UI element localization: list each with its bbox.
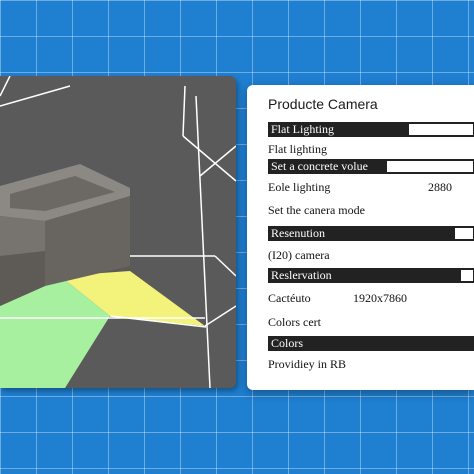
flat-lighting-text: Flat lighting (268, 142, 328, 156)
flat-lighting-slider-track[interactable] (408, 123, 474, 136)
flat-lighting-slider-label: Flat Lighting (271, 122, 334, 136)
reslervation-slider-label: Reslervation (271, 268, 332, 282)
provider-text: Providiey in RB (268, 357, 347, 371)
eole-lighting-value[interactable]: 2880 (428, 180, 452, 195)
camera-settings-panel: Producte Camera Flat Lighting Flat light… (247, 85, 474, 390)
camera-text: (I20) camera (268, 248, 330, 262)
colors-slider[interactable]: Colors (268, 336, 474, 351)
resenution-slider-track[interactable] (454, 227, 474, 240)
panel-title: Producte Camera (268, 96, 378, 112)
colors-slider-label: Colors (271, 336, 304, 350)
resenution-slider[interactable]: Resenution (268, 226, 474, 241)
reslervation-slider[interactable]: Reslervation (268, 268, 474, 283)
eole-lighting-label: Eole lighting (268, 180, 331, 194)
cactuto-label: Cactéuto (268, 291, 311, 305)
concrete-volume-slider-track[interactable] (386, 160, 474, 173)
cactuto-row: Cactéuto 1920x7860 (268, 291, 407, 306)
eole-lighting-row: Eole lighting 2880 (268, 180, 452, 195)
concrete-volume-slider-label: Set a concrete volue (271, 159, 368, 173)
concrete-volume-slider[interactable]: Set a concrete volue (268, 159, 474, 174)
colors-cert-text: Colors cert (268, 315, 321, 329)
3d-viewport[interactable] (0, 76, 236, 388)
resenution-slider-label: Resenution (271, 226, 325, 240)
reslervation-slider-track[interactable] (460, 269, 474, 282)
scene-canvas[interactable] (0, 76, 236, 388)
camera-mode-text: Set the canera mode (268, 203, 365, 217)
resolution-value[interactable]: 1920x7860 (353, 291, 407, 306)
flat-lighting-slider[interactable]: Flat Lighting (268, 122, 474, 137)
